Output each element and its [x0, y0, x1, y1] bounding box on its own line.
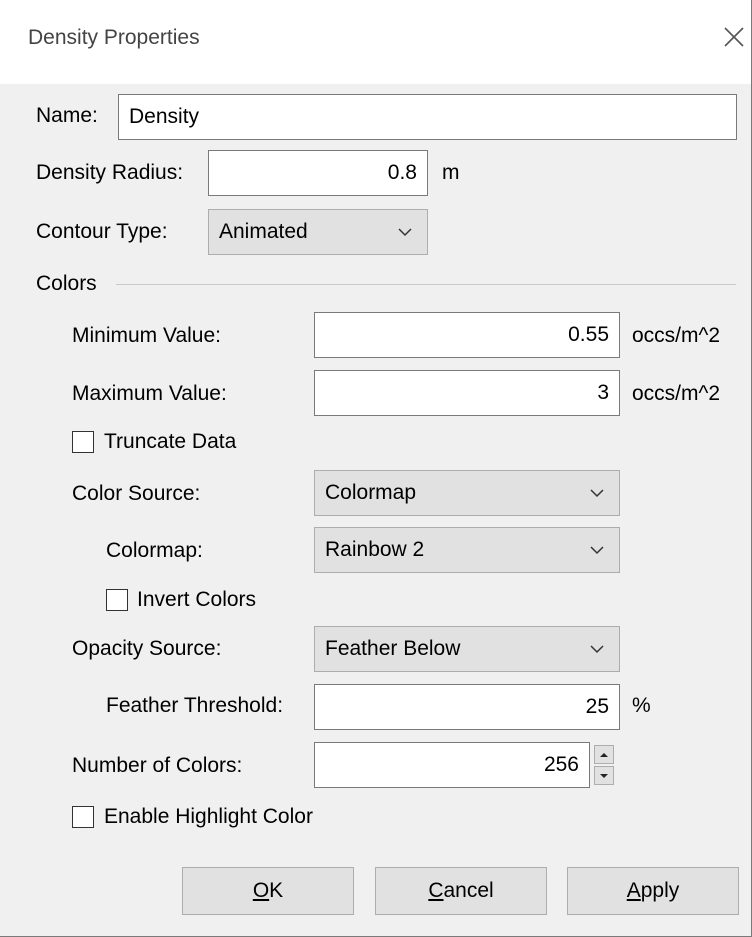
ok-label-rest: K — [269, 879, 284, 902]
invert-colors-label: Invert Colors — [137, 588, 257, 611]
enable-highlight-checkbox[interactable] — [72, 806, 94, 828]
color-source-select[interactable]: Colormap — [314, 470, 620, 516]
ok-button[interactable]: OK — [182, 867, 354, 915]
max-value-label: Maximum Value: — [72, 382, 227, 405]
min-value-unit: occs/m^2 — [632, 324, 721, 347]
spin-down-button[interactable] — [594, 766, 614, 785]
cancel-label-rest: ancel — [443, 879, 494, 902]
min-value-label: Minimum Value: — [72, 324, 221, 347]
invert-colors-checkbox[interactable] — [106, 589, 128, 611]
density-radius-input[interactable]: 0.8 — [208, 150, 428, 196]
density-radius-unit: m — [442, 161, 460, 184]
dialog-title: Density Properties — [28, 26, 200, 49]
dialog-window: Density Properties Name: Density Density… — [0, 0, 752, 937]
feather-threshold-input[interactable]: 25 — [314, 684, 620, 730]
spin-up-button[interactable] — [594, 745, 614, 764]
chevron-down-icon — [590, 546, 604, 555]
caret-down-icon — [600, 773, 608, 778]
apply-button[interactable]: Apply — [567, 867, 739, 915]
title-bar: Density Properties — [0, 0, 751, 84]
colormap-value: Rainbow 2 — [325, 538, 425, 561]
close-icon[interactable] — [721, 24, 747, 50]
apply-mnemonic: A — [626, 879, 641, 902]
num-colors-input[interactable]: 256 — [314, 742, 590, 788]
chevron-down-icon — [590, 489, 604, 498]
opacity-source-select[interactable]: Feather Below — [314, 626, 620, 672]
chevron-down-icon — [398, 228, 412, 237]
caret-up-icon — [600, 752, 608, 757]
truncate-data-checkbox[interactable] — [72, 431, 94, 453]
chevron-down-icon — [590, 645, 604, 654]
min-value-input[interactable]: 0.55 — [314, 312, 620, 358]
color-source-value: Colormap — [325, 481, 417, 504]
ok-mnemonic: O — [252, 879, 270, 902]
feather-threshold-unit: % — [632, 694, 651, 717]
apply-label-rest: pply — [640, 879, 680, 902]
group-divider — [116, 284, 736, 285]
cancel-button[interactable]: Cancel — [375, 867, 547, 915]
contour-type-value: Animated — [219, 220, 308, 243]
cancel-mnemonic: C — [428, 879, 444, 902]
num-colors-label: Number of Colors: — [72, 754, 243, 777]
max-value-unit: occs/m^2 — [632, 382, 721, 405]
num-colors-stepper[interactable] — [594, 745, 614, 785]
enable-highlight-label: Enable Highlight Color — [104, 805, 313, 828]
contour-type-select[interactable]: Animated — [208, 209, 428, 255]
max-value-input[interactable]: 3 — [314, 370, 620, 416]
contour-type-label: Contour Type: — [36, 220, 168, 243]
colormap-select[interactable]: Rainbow 2 — [314, 527, 620, 573]
name-input[interactable]: Density — [118, 94, 737, 140]
colors-group-label: Colors — [36, 272, 97, 295]
name-label: Name: — [36, 104, 98, 127]
opacity-source-value: Feather Below — [325, 637, 461, 660]
colormap-label: Colormap: — [106, 539, 203, 562]
density-radius-label: Density Radius: — [36, 161, 184, 184]
color-source-label: Color Source: — [72, 482, 201, 505]
opacity-source-label: Opacity Source: — [72, 637, 222, 660]
truncate-data-label: Truncate Data — [104, 430, 237, 453]
feather-threshold-label: Feather Threshold: — [106, 694, 284, 717]
